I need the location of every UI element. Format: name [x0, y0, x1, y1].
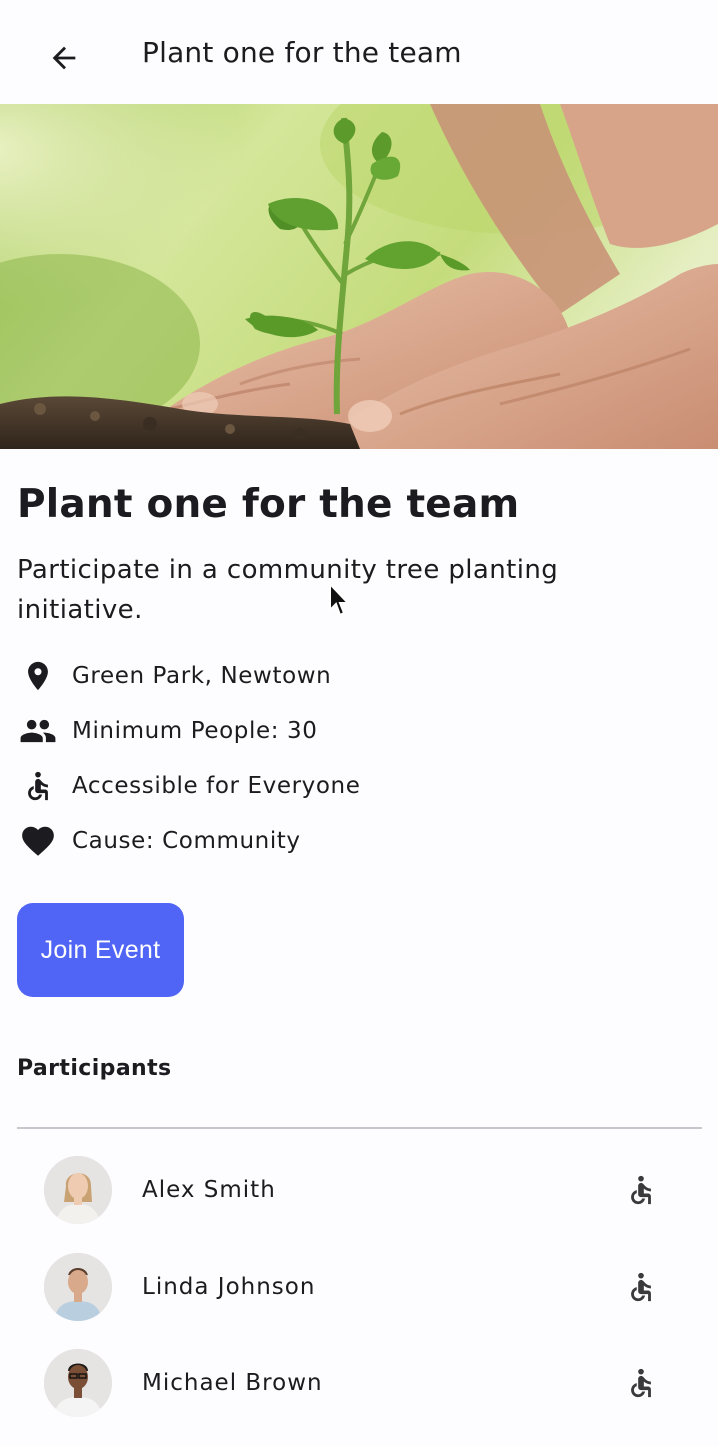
participant-name: Linda Johnson [142, 1274, 316, 1300]
avatar [44, 1349, 112, 1417]
participant-row[interactable]: Michael Brown [17, 1338, 702, 1428]
location-pin-icon [28, 661, 48, 691]
event-title: Plant one for the team [17, 482, 520, 527]
join-event-button[interactable]: Join Event [17, 903, 184, 997]
detail-min-people-text: Minimum People: 30 [72, 718, 318, 744]
group-icon [20, 719, 56, 743]
detail-cause-text: Cause: Community [72, 828, 301, 854]
participant-row[interactable]: Linda Johnson [17, 1242, 702, 1332]
avatar [44, 1253, 112, 1321]
accessible-icon [631, 1175, 651, 1205]
detail-accessibility-text: Accessible for Everyone [72, 773, 361, 799]
detail-min-people: Minimum People: 30 [17, 709, 317, 753]
detail-location: Green Park, Newtown [17, 654, 331, 698]
participant-name: Michael Brown [142, 1370, 323, 1396]
detail-accessibility: Accessible for Everyone [17, 764, 360, 808]
app-bar-title: Plant one for the team [142, 36, 462, 69]
accessible-icon [631, 1368, 651, 1398]
accessible-icon [631, 1272, 651, 1302]
participants-heading: Participants [17, 1056, 172, 1081]
app-bar: Plant one for the team [0, 0, 718, 104]
participant-row[interactable]: Alex Smith [17, 1145, 702, 1235]
accessible-icon [28, 771, 48, 801]
avatar [44, 1156, 112, 1224]
back-button[interactable] [36, 30, 92, 86]
heart-icon [22, 826, 54, 856]
detail-cause: Cause: Community [17, 819, 301, 863]
arrow-left-icon [52, 46, 76, 70]
event-hero-image [0, 104, 718, 449]
participant-name: Alex Smith [142, 1177, 276, 1203]
detail-location-text: Green Park, Newtown [72, 663, 332, 689]
event-description: Participate in a community tree planting… [17, 555, 559, 625]
participants-divider [17, 1127, 702, 1129]
